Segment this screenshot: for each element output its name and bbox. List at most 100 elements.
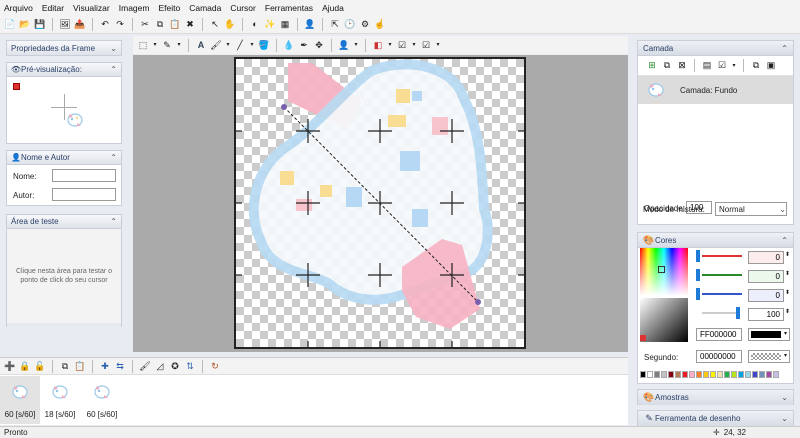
- palette-swatch[interactable]: [745, 371, 751, 378]
- blue-input[interactable]: [748, 289, 784, 302]
- hand-icon[interactable]: ✋: [224, 19, 236, 31]
- spinner-icon[interactable]: ⬍: [785, 289, 790, 296]
- slider-b-handle[interactable]: [696, 288, 700, 300]
- dropdown-icon[interactable]: ▾: [353, 39, 359, 51]
- cut-icon[interactable]: ✂: [139, 19, 151, 31]
- eyedropper-icon[interactable]: ✒: [298, 39, 310, 51]
- dropdown-icon[interactable]: ▾: [387, 39, 393, 51]
- brush-icon[interactable]: 🖌: [210, 39, 222, 51]
- author-input[interactable]: [52, 188, 116, 201]
- layer-row[interactable]: Camada: Fundo: [638, 76, 793, 104]
- alpha-input[interactable]: [748, 308, 784, 321]
- grid-icon[interactable]: ▦: [279, 19, 291, 31]
- hex-input[interactable]: [696, 328, 742, 341]
- dropdown-icon[interactable]: ▾: [249, 39, 255, 51]
- paste-icon[interactable]: 📋: [169, 19, 181, 31]
- palette-swatch[interactable]: [654, 371, 660, 378]
- palette-swatch[interactable]: [661, 371, 667, 378]
- delete-layer-icon[interactable]: ⊠: [676, 60, 688, 72]
- open-folder-icon[interactable]: 📂: [19, 19, 31, 31]
- menu-item-efeito[interactable]: Efeito: [158, 3, 180, 13]
- preview-header[interactable]: 👁 Pré-visualização: ⌃: [7, 63, 121, 77]
- red-input[interactable]: [748, 251, 784, 264]
- hue-picker[interactable]: [640, 248, 688, 296]
- menu-item-ferramentas[interactable]: Ferramentas: [265, 3, 313, 13]
- menu-item-imagem[interactable]: Imagem: [119, 3, 150, 13]
- canvas-viewport[interactable]: [133, 55, 628, 352]
- text-tool-icon[interactable]: A: [195, 39, 207, 51]
- spinner-icon[interactable]: ⬍: [785, 251, 790, 258]
- collapse-chevron-icon[interactable]: ⌃: [110, 65, 117, 74]
- paste-frame-icon[interactable]: 📋: [74, 360, 86, 372]
- person-icon[interactable]: 👤: [304, 19, 316, 31]
- layer-effect-icon[interactable]: ☑: [716, 60, 728, 72]
- drop-icon[interactable]: 💧: [283, 39, 295, 51]
- busy-icon[interactable]: ⚙: [359, 19, 371, 31]
- menu-item-visualizar[interactable]: Visualizar: [73, 3, 110, 13]
- collapse-chevron-icon[interactable]: ⌃: [110, 153, 117, 162]
- pointer-icon[interactable]: ↖: [209, 19, 221, 31]
- collapse-chevron-icon[interactable]: ⌃: [781, 236, 788, 245]
- layer-header[interactable]: Camada ⌃: [638, 41, 793, 56]
- merge-icon[interactable]: ⧉: [750, 60, 762, 72]
- effect-b-icon[interactable]: ◿: [154, 360, 166, 372]
- export-icon[interactable]: 📤: [74, 19, 86, 31]
- add-layer-icon[interactable]: ⊞: [646, 60, 658, 72]
- move-left-icon[interactable]: ✚: [99, 360, 111, 372]
- palette-swatch[interactable]: [668, 371, 674, 378]
- palette-swatch[interactable]: [675, 371, 681, 378]
- palette-swatch[interactable]: [647, 371, 653, 378]
- layer-props-icon[interactable]: ▤: [701, 60, 713, 72]
- contrast-icon[interactable]: ◐: [249, 19, 261, 31]
- frame-item[interactable]: 60 [s/60]: [0, 376, 40, 424]
- duplicate-layer-icon[interactable]: ⧉: [661, 60, 673, 72]
- menu-item-editar[interactable]: Editar: [42, 3, 64, 13]
- copy-icon[interactable]: ⧉: [154, 19, 166, 31]
- brightness-picker[interactable]: [640, 298, 688, 342]
- green-input[interactable]: [748, 270, 784, 283]
- palette-swatch[interactable]: [696, 371, 702, 378]
- save-icon[interactable]: 💾: [34, 19, 46, 31]
- dropdown-icon[interactable]: ▾: [176, 39, 182, 51]
- reverse-icon[interactable]: ⇅: [184, 360, 196, 372]
- menu-item-arquivo[interactable]: Arquivo: [4, 3, 33, 13]
- dropdown-icon[interactable]: ▾: [435, 39, 441, 51]
- dropdown-icon[interactable]: ▾: [152, 39, 158, 51]
- menu-item-camada[interactable]: Camada: [189, 3, 221, 13]
- slider-a-handle[interactable]: [736, 307, 740, 319]
- slider-a-track[interactable]: [702, 312, 740, 314]
- clock-icon[interactable]: 🕑: [344, 19, 356, 31]
- unlock-icon[interactable]: 🔓: [34, 360, 46, 372]
- spinner-icon[interactable]: ⬍: [785, 270, 790, 277]
- dropdown-icon[interactable]: ▾: [731, 60, 737, 72]
- draw-tool-header[interactable]: ✎ Ferramenta de desenho ⌄: [638, 411, 793, 426]
- palette-swatch[interactable]: [640, 371, 646, 378]
- line-tool-icon[interactable]: ╱: [234, 39, 246, 51]
- secondary-hex-input[interactable]: [696, 350, 742, 363]
- pencil-icon[interactable]: ✎: [161, 39, 173, 51]
- palette-swatch[interactable]: [717, 371, 723, 378]
- slider-g-handle[interactable]: [696, 269, 700, 281]
- palette-swatch[interactable]: [752, 371, 758, 378]
- fill-icon[interactable]: 🪣: [258, 39, 270, 51]
- frame-properties-header[interactable]: Propriedades da Frame ⌄: [7, 41, 121, 55]
- dropdown-icon[interactable]: ▾: [411, 39, 417, 51]
- frame-item[interactable]: 18 [s/60]: [40, 376, 80, 424]
- test-area[interactable]: Clique nesta área para testar o ponto de…: [7, 229, 121, 326]
- palette-swatch[interactable]: [773, 371, 779, 378]
- palette-swatch[interactable]: [710, 371, 716, 378]
- shapes-icon[interactable]: ◧: [372, 39, 384, 51]
- slider-r-handle[interactable]: [696, 250, 700, 262]
- move-right-icon[interactable]: ⇆: [114, 360, 126, 372]
- primary-color-select[interactable]: ▾: [748, 328, 790, 341]
- expand-chevron-icon[interactable]: ⌄: [781, 414, 788, 423]
- stamp-icon[interactable]: 👤: [338, 39, 350, 51]
- menu-item-cursor[interactable]: Cursor: [230, 3, 256, 13]
- cursor-icon[interactable]: ⇱: [329, 19, 341, 31]
- effect-c-icon[interactable]: ✪: [169, 360, 181, 372]
- style-icon[interactable]: ☑: [420, 39, 432, 51]
- palette-swatch[interactable]: [689, 371, 695, 378]
- select-rect-icon[interactable]: ⬚: [137, 39, 149, 51]
- palette-swatch[interactable]: [682, 371, 688, 378]
- picker-cursor[interactable]: [658, 266, 665, 273]
